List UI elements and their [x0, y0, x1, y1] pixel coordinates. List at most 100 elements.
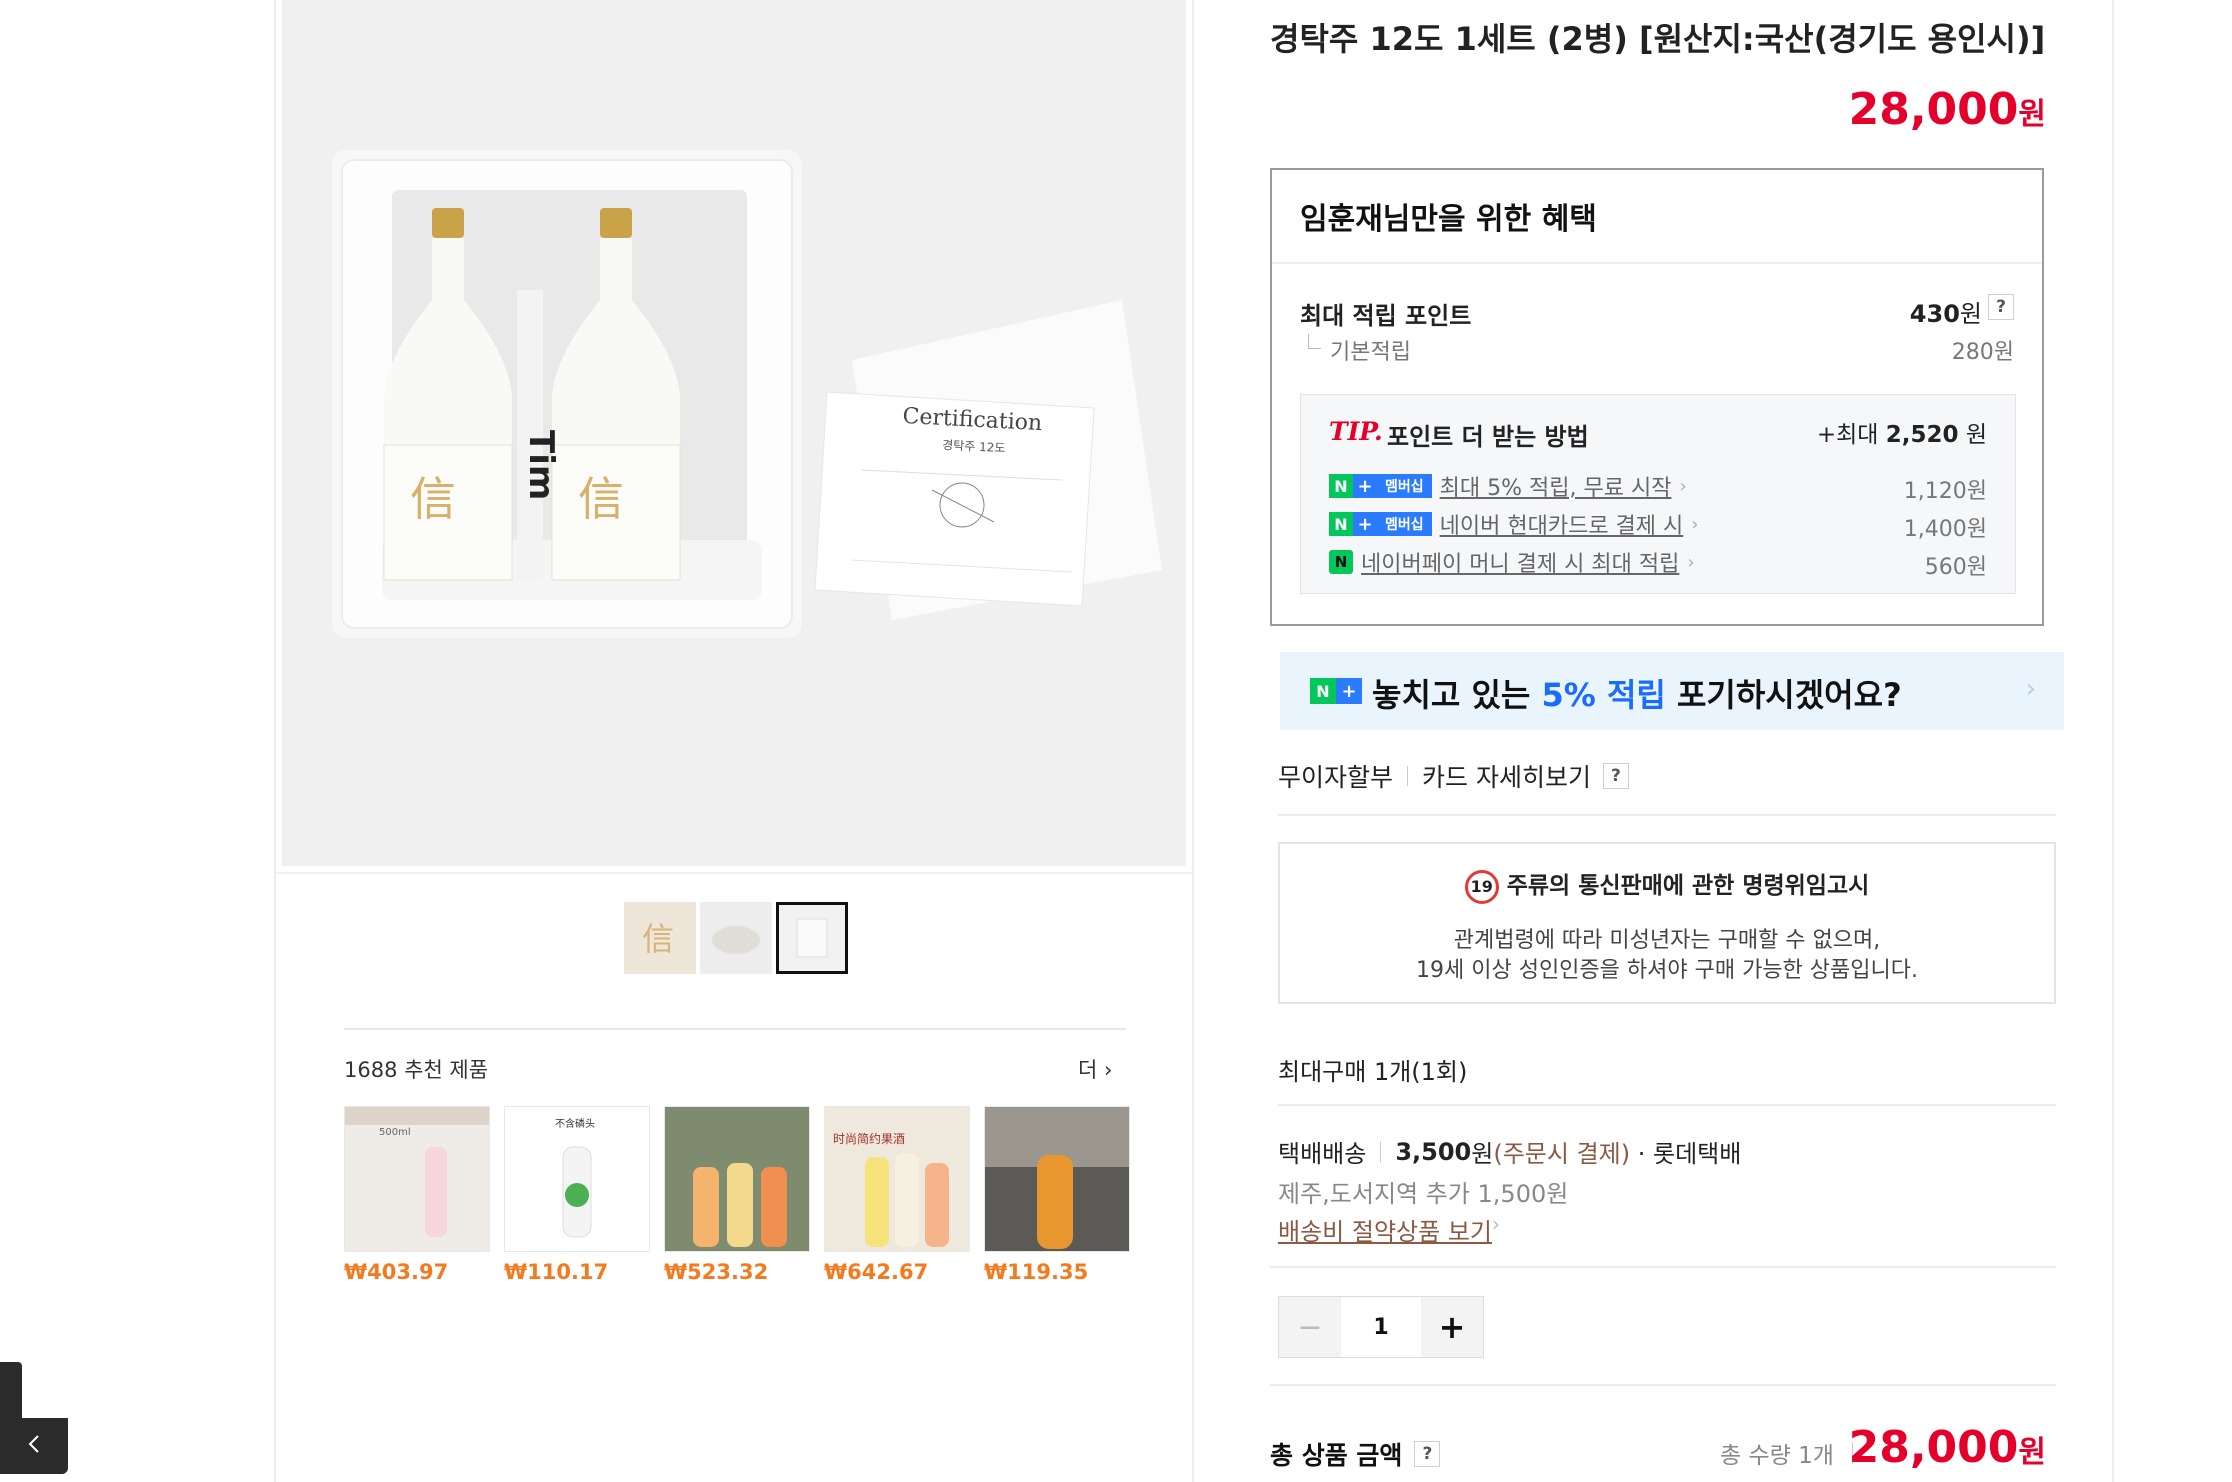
side-panel-toggle-button[interactable]	[0, 1418, 68, 1474]
box-text: Tim	[521, 430, 561, 500]
card-help-icon[interactable]: ?	[1602, 763, 1629, 789]
max-points-value: 430원	[1910, 294, 1982, 329]
max-points-unit: 원	[1959, 300, 1982, 328]
max-points-number: 430	[1909, 300, 1960, 328]
tip-row-hyundai-card[interactable]: N + 멤버십 네이버 현대카드로 결제 시 ›	[1329, 509, 1698, 539]
quantity-value[interactable]: 1	[1341, 1297, 1421, 1357]
naver-n-icon: N	[1310, 678, 1336, 704]
basic-points-value: 280원	[1951, 340, 2014, 365]
tree-branch-icon	[1308, 334, 1321, 349]
max-purchase: 최대구매 1개(1회)	[1278, 1058, 1468, 1086]
recommend-item-1-price: ₩403.97	[344, 1260, 449, 1284]
installment-row: 무이자할부 카드 자세히보기 ?	[1278, 758, 1629, 794]
banner-highlight: 5% 적립	[1541, 676, 1666, 714]
recommend-item-2-price: ₩110.17	[504, 1260, 609, 1284]
naver-n-icon: N	[1329, 474, 1353, 498]
shipping-fee: 3,500	[1395, 1137, 1472, 1166]
recommend-item-4[interactable]: 时尚简约果酒	[824, 1106, 970, 1252]
notice-heading: 19 주류의 통신판매에 관한 명령위임고시	[1280, 866, 2054, 904]
tip-row-membership[interactable]: N + 멤버십 최대 5% 적립, 무료 시작 ›	[1329, 471, 1687, 501]
chevron-right-icon: ›	[1687, 551, 1695, 573]
points-help-icon[interactable]: ?	[1988, 294, 2014, 320]
divider	[1407, 766, 1409, 786]
image-divider	[276, 872, 1192, 874]
plus-icon: +	[1353, 512, 1377, 536]
section-separator	[1270, 1266, 2056, 1268]
tip-row-text: 네이버페이 머니 결제 시 최대 적립	[1361, 552, 1680, 577]
tip-max-prefix: +최대	[1816, 422, 1879, 448]
total-quantity: 총 수량 1개	[1720, 1436, 1853, 1470]
tip-row-text: 네이버 현대카드로 결제 시	[1439, 514, 1684, 539]
basic-points-label: 기본적립	[1330, 340, 1411, 365]
notice-title: 주류의 통신판매에 관한 명령위임고시	[1506, 873, 1870, 899]
plus-icon: +	[1336, 678, 1362, 704]
plus-icon: +	[1353, 474, 1377, 498]
product-price-value: 28,000	[1848, 84, 2019, 135]
shipping-extra: 제주,도서지역 추가 1,500원	[1278, 1180, 1569, 1208]
tip-row-text: 최대 5% 적립, 무료 시작	[1439, 476, 1672, 501]
notice-line-1: 관계법령에 따라 미성년자는 구매할 수 없으며,	[1453, 928, 1881, 953]
chevron-right-icon: ›	[1104, 1058, 1113, 1082]
product-price: 28,000원	[1849, 84, 2046, 135]
quantity-stepper: − 1 +	[1278, 1296, 1484, 1358]
shipping-row: 택배배송 3,500 원 (주문시 결제) · 롯데택배	[1278, 1134, 1741, 1169]
chevron-right-icon: ›	[1679, 475, 1687, 497]
banner-text-post: 포기하시겠어요?	[1676, 676, 1902, 714]
total-label: 총 상품 금액	[1270, 1441, 1403, 1470]
product-price-unit: 원	[2018, 97, 2046, 132]
tip-label: TIP.	[1329, 417, 1383, 446]
recommend-item-3-price: ₩523.32	[664, 1260, 769, 1284]
quantity-decrease-button[interactable]: −	[1279, 1297, 1341, 1357]
shipping-fee-unit: 원	[1471, 1140, 1494, 1168]
recommend-item-3[interactable]	[664, 1106, 810, 1252]
shipping-note: (주문시 결제)	[1493, 1140, 1631, 1168]
recommend-item-4-label: 时尚简约果酒	[833, 1131, 905, 1146]
membership-banner[interactable]: N + 놓치고 있는 5% 적립 포기하시겠어요? ›	[1280, 652, 2064, 730]
recommend-more-link[interactable]: 더 ›	[1078, 1054, 1112, 1084]
product-main-image[interactable]: 信 信 Tim Certification 경탁주 12도	[282, 0, 1186, 866]
tip-max-points: +최대 2,520 원	[1817, 415, 1987, 449]
age-notice-box: 19 주류의 통신판매에 관한 명령위임고시 관계법령에 따라 미성년자는 구매할…	[1278, 842, 2056, 1004]
age-19-icon: 19	[1464, 869, 1499, 904]
tip-max-unit: 원	[1965, 422, 1987, 448]
total-price-unit: 원	[2018, 1435, 2046, 1470]
thumbnail-1[interactable]: 信	[624, 902, 696, 974]
installment-label: 무이자할부	[1278, 763, 1394, 792]
thumbnail-2[interactable]	[700, 902, 772, 974]
benefit-heading: 임훈재님만을 위한 혜택	[1300, 202, 1597, 237]
recommend-item-1[interactable]: 500ml	[344, 1106, 490, 1252]
recommend-item-2[interactable]: 不含磷头	[504, 1106, 650, 1252]
membership-badge: 멤버십	[1377, 474, 1432, 498]
tip-row-amount: 1,400원	[1903, 517, 1987, 542]
naverpay-icon: N	[1329, 550, 1353, 574]
shipping-saving-link[interactable]: 배송비 절약상품 보기	[1278, 1212, 1492, 1247]
tip-row-amount: 1,120원	[1903, 479, 1987, 504]
tip-box: TIP. 포인트 더 받는 방법 +최대 2,520 원 N + 멤버십 최대 5%…	[1300, 394, 2016, 594]
side-panel-tab[interactable]	[0, 1362, 22, 1422]
section-separator	[1270, 1384, 2056, 1386]
thumbnail-3-selected[interactable]	[776, 902, 848, 974]
shipping-method: 택배배송	[1278, 1140, 1367, 1168]
tip-max-value: 2,520	[1885, 422, 1959, 448]
card-detail-link[interactable]: 카드 자세히보기	[1422, 758, 1591, 794]
quantity-increase-button[interactable]: +	[1421, 1297, 1483, 1357]
recommend-item-1-label: 500ml	[379, 1127, 411, 1138]
recommend-title: 1688 추천 제품	[344, 1058, 489, 1082]
total-quantity-text: 총 수량 1개	[1720, 1443, 1834, 1469]
chevron-right-icon: ›	[2025, 674, 2036, 704]
max-points-label: 최대 적립 포인트	[1300, 302, 1472, 330]
total-help-icon[interactable]: ?	[1414, 1441, 1441, 1467]
section-separator	[1278, 814, 2056, 816]
total-row-label: 총 상품 금액 ?	[1270, 1436, 1441, 1472]
tip-row-naverpay[interactable]: N 네이버페이 머니 결제 시 최대 적립 ›	[1329, 547, 1695, 577]
frame-line-left	[274, 0, 276, 1482]
svg-text:信: 信	[578, 472, 624, 526]
divider	[1380, 1141, 1382, 1162]
recommend-item-2-label: 不含磷头	[555, 1117, 595, 1130]
recommend-item-5[interactable]	[984, 1106, 1130, 1252]
frame-line-middle	[1192, 0, 1194, 1482]
naver-n-icon: N	[1329, 512, 1353, 536]
recommend-more-label: 더	[1078, 1058, 1098, 1082]
tip-title: 포인트 더 받는 방법	[1387, 423, 1589, 451]
total-price-value: 28,000	[1848, 1422, 2019, 1473]
